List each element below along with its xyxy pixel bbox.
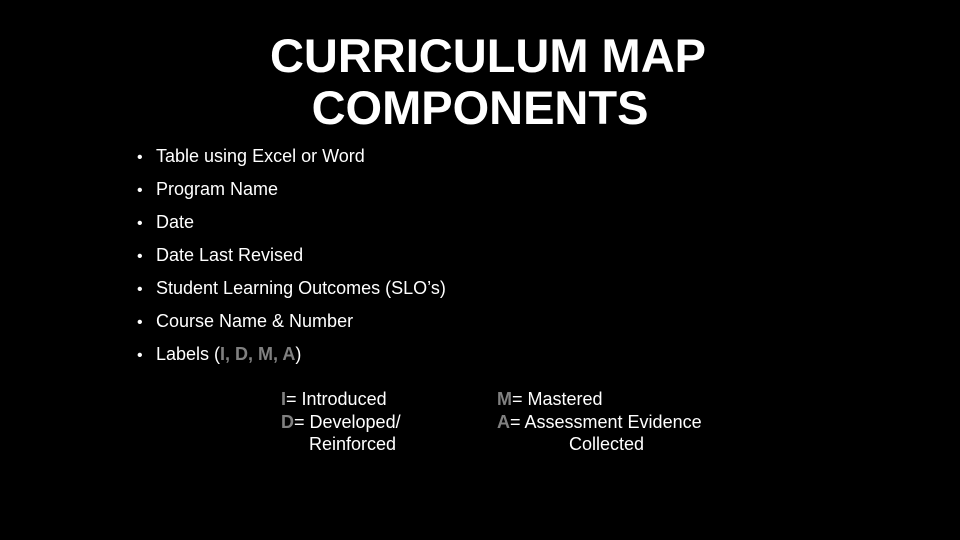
bullet-text: Date Last Revised [156, 245, 304, 265]
legend-text: = Introduced [286, 389, 387, 409]
bullet-text: Table using Excel or Word [156, 146, 365, 166]
legend-item-introduced: I= Introduced [281, 388, 401, 411]
slide-title: CURRICULUM MAP COMPONENTS [0, 30, 960, 134]
label-codes: I, D, M, A [220, 344, 296, 364]
bullet-item-labels: • Labels (I, D, M, A) [137, 342, 446, 375]
bullet-icon: • [137, 347, 143, 364]
bullet-icon: • [137, 281, 143, 298]
bullet-text: Date [156, 212, 195, 232]
bullet-item: • Date [137, 210, 446, 243]
bullet-item: • Student Learning Outcomes (SLO’s) [137, 276, 446, 309]
title-line-1: CURRICULUM MAP [269, 29, 706, 82]
legend-text-continuation: Collected [569, 434, 645, 454]
bullet-item: • Program Name [137, 177, 446, 210]
legend-text: = Assessment Evidence [510, 411, 702, 432]
bullet-text-suffix: ) [295, 344, 302, 364]
legend-right: M= Mastered A= Assessment Evidence Colle… [497, 388, 702, 456]
bullet-item: • Course Name & Number [137, 309, 446, 342]
title-line-2: COMPONENTS [311, 81, 649, 134]
bullet-icon: • [137, 248, 143, 265]
bullet-icon: • [137, 215, 143, 232]
legend-letter: A [497, 411, 510, 432]
bullet-icon: • [137, 314, 143, 331]
bullet-text: Course Name & Number [156, 311, 354, 331]
bullet-text: Program Name [156, 179, 279, 199]
legend-item-developed: D= Developed/ [281, 411, 401, 434]
legend-text: = Mastered [512, 389, 603, 409]
bullet-list: • Table using Excel or Word • Program Name… [137, 144, 446, 375]
bullet-text: Labels ( [156, 344, 221, 364]
bullet-text: Student Learning Outcomes (SLO’s) [156, 278, 446, 298]
legend-text: = Developed/ [294, 411, 401, 432]
legend-left: I= Introduced D= Developed/ Reinforced [281, 388, 401, 456]
legend-letter: M [497, 389, 512, 409]
bullet-item: • Date Last Revised [137, 243, 446, 276]
legend-text-continuation: Reinforced [309, 434, 397, 454]
legend-item-mastered: M= Mastered [497, 388, 702, 411]
bullet-icon: • [137, 182, 143, 199]
legend-item-assessment: A= Assessment Evidence [497, 411, 702, 434]
bullet-item: • Table using Excel or Word [137, 144, 446, 177]
bullet-icon: • [137, 149, 143, 166]
legend-letter: D [281, 411, 294, 432]
